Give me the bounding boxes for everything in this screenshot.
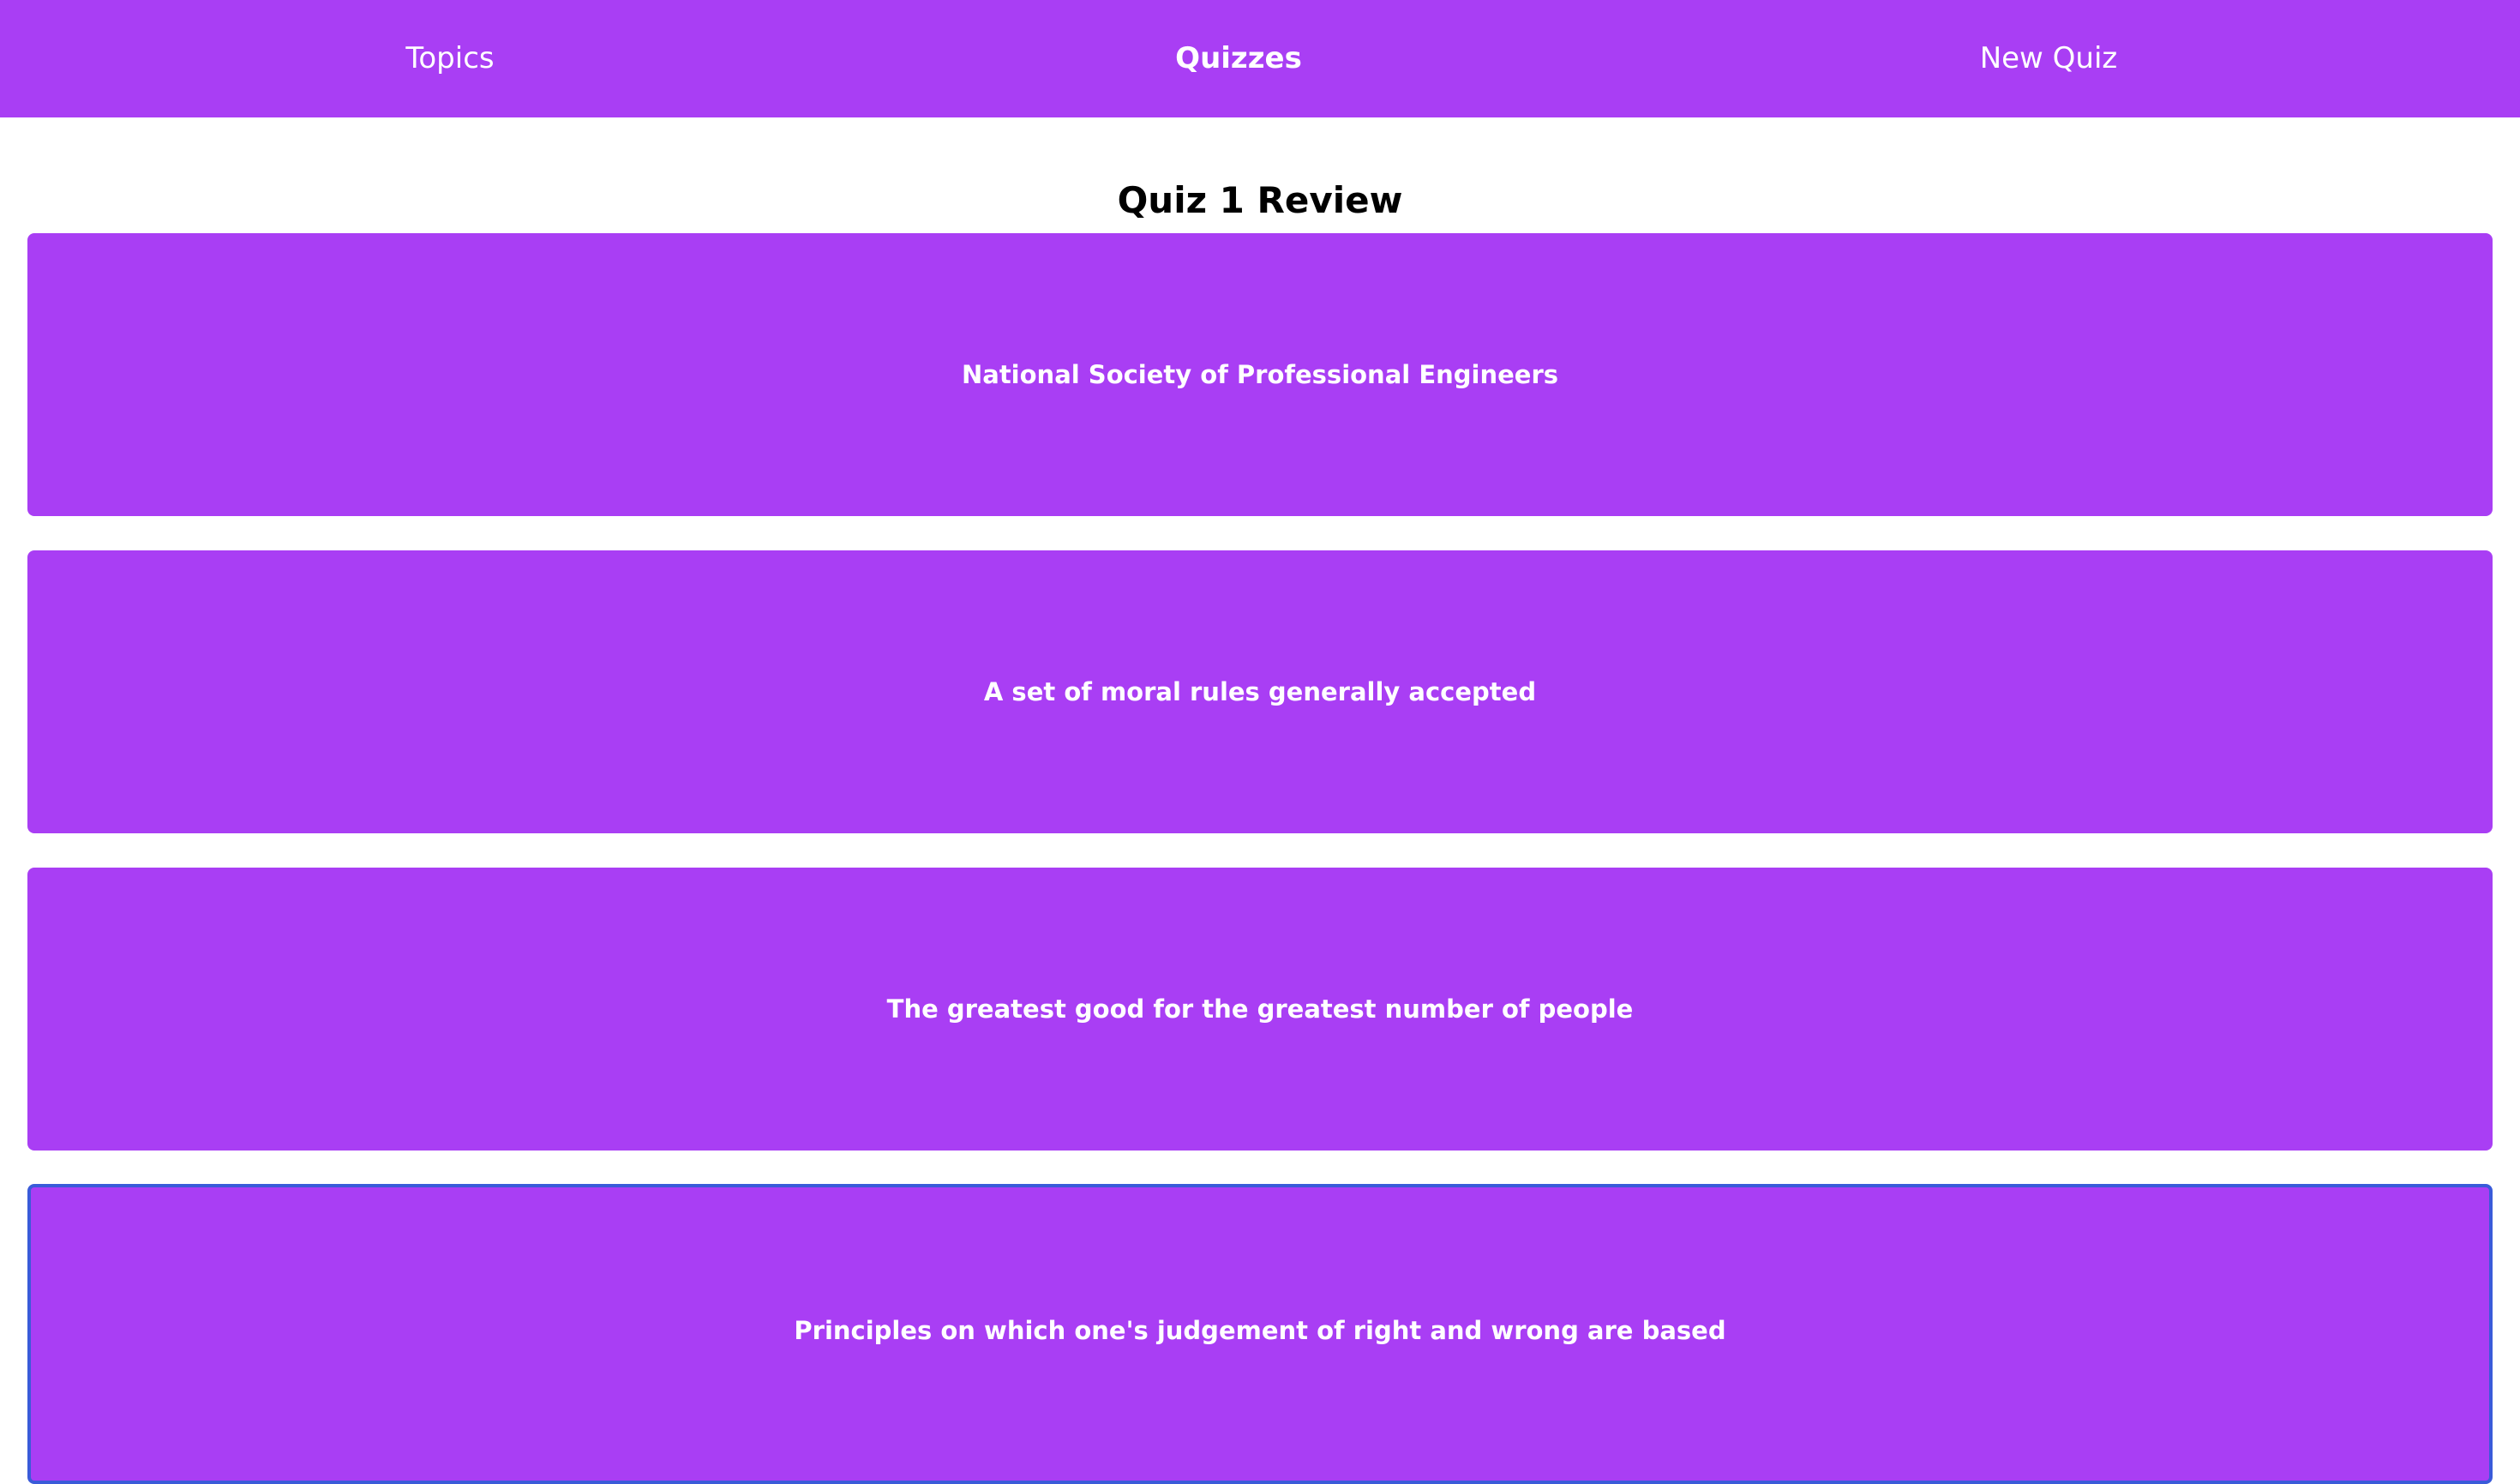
quiz-card-focused[interactable]: Principles on which one's judgement of r… — [27, 1184, 2493, 1484]
quiz-card-text: Principles on which one's judgement of r… — [794, 1316, 1726, 1345]
quiz-card[interactable]: National Society of Professional Enginee… — [27, 233, 2493, 516]
nav-topics-link[interactable]: Topics — [364, 0, 536, 117]
quiz-card-text: The greatest good for the greatest numbe… — [886, 994, 1634, 1024]
quiz-card[interactable]: A set of moral rules generally accepted — [27, 550, 2493, 833]
quiz-card-text: A set of moral rules generally accepted — [983, 677, 1537, 706]
nav-new-quiz-link[interactable]: New Quiz — [1963, 0, 2134, 117]
page-title: Quiz 1 Review — [1117, 179, 1403, 222]
nav-quizzes-link[interactable]: Quizzes — [1153, 0, 1324, 117]
quiz-card[interactable]: The greatest good for the greatest numbe… — [27, 868, 2493, 1151]
top-navigation-bar: Topics Quizzes New Quiz — [0, 0, 2520, 117]
quiz-card-text: National Society of Professional Enginee… — [961, 360, 1559, 389]
